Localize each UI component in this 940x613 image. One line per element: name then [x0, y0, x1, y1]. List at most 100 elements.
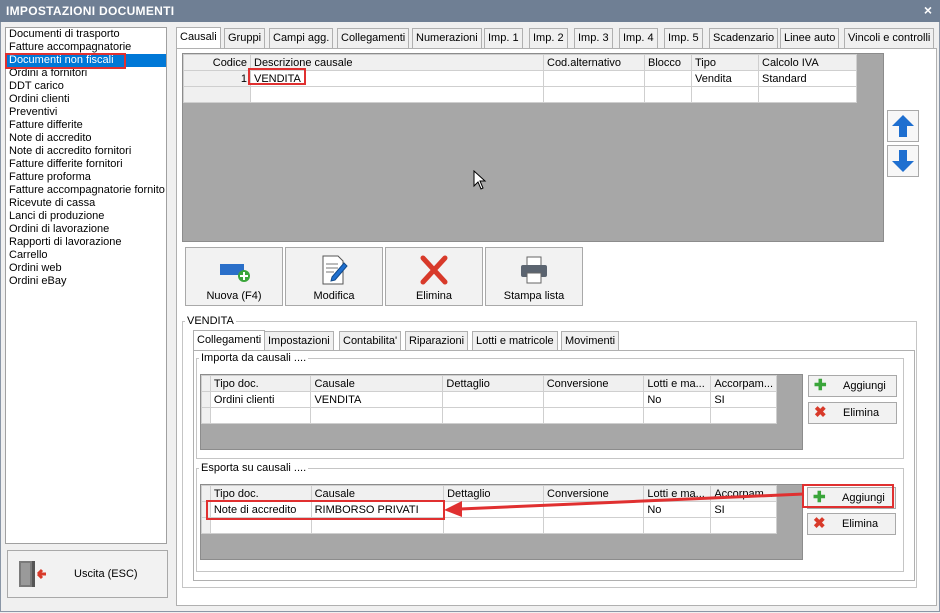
cell: 1: [183, 70, 251, 87]
column-header[interactable]: Blocco: [644, 54, 692, 71]
cell: VENDITA: [250, 70, 544, 87]
cell: [643, 517, 712, 534]
list-item[interactable]: Ordini web: [6, 262, 166, 275]
list-item[interactable]: Fatture accompagnatorie fornito: [6, 184, 166, 197]
tab-impostazioni[interactable]: Impostazioni: [264, 331, 334, 350]
list-item[interactable]: Carrello: [6, 249, 166, 262]
column-header[interactable]: Tipo: [691, 54, 759, 71]
exit-button[interactable]: Uscita (ESC): [7, 550, 168, 598]
row-header: [201, 407, 211, 424]
annotation-arrow: [444, 492, 805, 517]
export-remove-button[interactable]: ✖ Elimina: [807, 513, 896, 535]
table-row-empty[interactable]: [201, 407, 777, 424]
edit-button[interactable]: Modifica: [285, 247, 383, 306]
import-group-title: Importa da causali ....: [201, 352, 307, 364]
tab-riparazioni[interactable]: Riparazioni: [405, 331, 469, 350]
list-item[interactable]: Ricevute di cassa: [6, 197, 166, 210]
tab-imp-4[interactable]: Imp. 4: [619, 28, 658, 48]
table-row-empty[interactable]: [183, 86, 857, 103]
cell: No: [643, 391, 712, 408]
cell: [250, 86, 544, 103]
tab-collegamenti-detail[interactable]: Collegamenti: [193, 330, 266, 351]
list-item-selected[interactable]: Documenti non fiscali: [6, 54, 166, 67]
column-header[interactable]: Lotti e ma...: [643, 375, 712, 392]
column-header[interactable]: Conversione: [542, 375, 645, 392]
printer-icon: [521, 256, 547, 284]
list-item[interactable]: Fatture accompagnatorie: [6, 41, 166, 54]
table-row[interactable]: 1 VENDITA Vendita Standard: [183, 70, 857, 87]
move-up-button[interactable]: [887, 110, 919, 142]
import-remove-label: Elimina: [843, 407, 880, 419]
tab-contabilita[interactable]: Contabilita': [339, 331, 402, 350]
tab-movimenti[interactable]: Movimenti: [561, 331, 620, 350]
cell: [542, 391, 645, 408]
list-item[interactable]: Lanci di produzione: [6, 210, 166, 223]
list-item[interactable]: Fatture differite: [6, 119, 166, 132]
tab-linee-auto[interactable]: Linee auto: [780, 28, 840, 48]
list-item[interactable]: Ordini di lavorazione: [6, 223, 166, 236]
list-item[interactable]: Note di accredito fornitori: [6, 145, 166, 158]
delete-button[interactable]: Elimina: [385, 247, 483, 306]
new-record-icon: [220, 264, 250, 282]
column-header[interactable]: Calcolo IVA: [758, 54, 857, 71]
list-item[interactable]: Note di accredito: [6, 132, 166, 145]
list-item[interactable]: DDT carico: [6, 80, 166, 93]
cell: Standard: [758, 70, 857, 87]
tab-numerazioni[interactable]: Numerazioni: [412, 28, 482, 48]
column-header[interactable]: Cod.alternativo: [543, 54, 645, 71]
list-item[interactable]: Ordini clienti: [6, 93, 166, 106]
list-item[interactable]: Preventivi: [6, 106, 166, 119]
column-header[interactable]: Dettaglio: [442, 375, 544, 392]
print-button[interactable]: Stampa lista: [485, 247, 583, 306]
column-header[interactable]: Tipo doc.: [209, 375, 312, 392]
arrow-up-icon: [892, 115, 914, 137]
column-header[interactable]: Causale: [310, 375, 444, 392]
tab-causali[interactable]: Causali: [176, 27, 221, 49]
tab-imp-1[interactable]: Imp. 1: [484, 28, 523, 48]
cell: [543, 517, 645, 534]
tab-gruppi[interactable]: Gruppi: [224, 28, 266, 48]
import-add-button[interactable]: ✚ Aggiungi: [808, 375, 897, 397]
tab-collegamenti[interactable]: Collegamenti: [337, 28, 410, 48]
list-item[interactable]: Documenti di trasporto: [6, 28, 166, 41]
close-icon[interactable]: ×: [924, 2, 932, 18]
cell: [542, 407, 645, 424]
import-remove-button[interactable]: ✖ Elimina: [808, 402, 897, 424]
cell: [758, 86, 857, 103]
cell: [442, 407, 544, 424]
column-header[interactable]: Codice: [183, 54, 251, 71]
tab-imp-5[interactable]: Imp. 5: [664, 28, 703, 48]
tab-imp-3[interactable]: Imp. 3: [574, 28, 613, 48]
print-label: Stampa lista: [503, 290, 565, 302]
cell: [310, 407, 444, 424]
cell: Note di accredito: [209, 501, 312, 518]
export-remove-label: Elimina: [842, 518, 879, 530]
list-item[interactable]: Fatture differite fornitori: [6, 158, 166, 171]
column-header[interactable]: Accorpam...: [710, 375, 777, 392]
column-header[interactable]: Tipo doc.: [209, 485, 312, 502]
tab-vincoli-controlli[interactable]: Vincoli e controlli: [844, 28, 935, 48]
tab-campi-agg[interactable]: Campi agg.: [269, 28, 334, 48]
column-header[interactable]: Causale: [310, 485, 445, 502]
import-add-label: Aggiungi: [843, 380, 886, 392]
import-grid[interactable]: Tipo doc. Causale Dettaglio Conversione …: [200, 374, 803, 450]
causali-grid[interactable]: Codice Descrizione causale Cod.alternati…: [182, 53, 884, 242]
list-item[interactable]: Rapporti di lavorazione: [6, 236, 166, 249]
tab-lotti-matricole[interactable]: Lotti e matricole: [472, 331, 558, 350]
table-row[interactable]: Ordini clienti VENDITA No SI: [201, 391, 777, 408]
new-button[interactable]: Nuova (F4): [185, 247, 283, 306]
list-item[interactable]: Ordini eBay: [6, 275, 166, 288]
column-header[interactable]: Descrizione causale: [250, 54, 544, 71]
export-add-label: Aggiungi: [842, 492, 885, 504]
export-group-title: Esporta su causali ....: [201, 462, 307, 474]
edit-document-icon: [322, 255, 348, 285]
cell: [691, 86, 759, 103]
tab-imp-2[interactable]: Imp. 2: [529, 28, 568, 48]
cell: [310, 517, 445, 534]
move-down-button[interactable]: [887, 145, 919, 177]
tab-scadenzario[interactable]: Scadenzario: [709, 28, 779, 48]
list-item[interactable]: Ordini a fornitori: [6, 67, 166, 80]
export-add-button[interactable]: ✚ Aggiungi: [807, 487, 896, 509]
table-row-empty[interactable]: [201, 517, 777, 534]
list-item[interactable]: Fatture proforma: [6, 171, 166, 184]
